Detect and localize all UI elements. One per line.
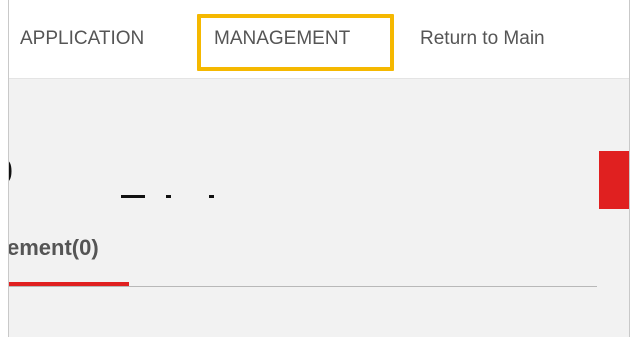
loading-dash [121,195,145,198]
main-content: 0 ement(0) [9,79,629,337]
tab-bar: ement(0) [9,227,629,289]
tab-label: ement(0) [8,235,99,260]
loading-dot [166,195,171,198]
app-panel: APPLICATION MANAGEMENT Return to Main 0 … [8,0,630,337]
nav-management[interactable]: MANAGEMENT [214,28,350,50]
page-heading-fragment: 0 [9,155,13,189]
nav-return-to-main[interactable]: Return to Main [420,28,545,50]
loading-indicator [121,195,241,203]
tab-management[interactable]: ement(0) [9,227,129,287]
nav-application[interactable]: APPLICATION [20,28,144,50]
action-button[interactable] [599,151,629,209]
tab-divider [9,286,597,287]
top-navigation-bar: APPLICATION MANAGEMENT Return to Main [9,0,629,79]
loading-dot [209,195,214,198]
